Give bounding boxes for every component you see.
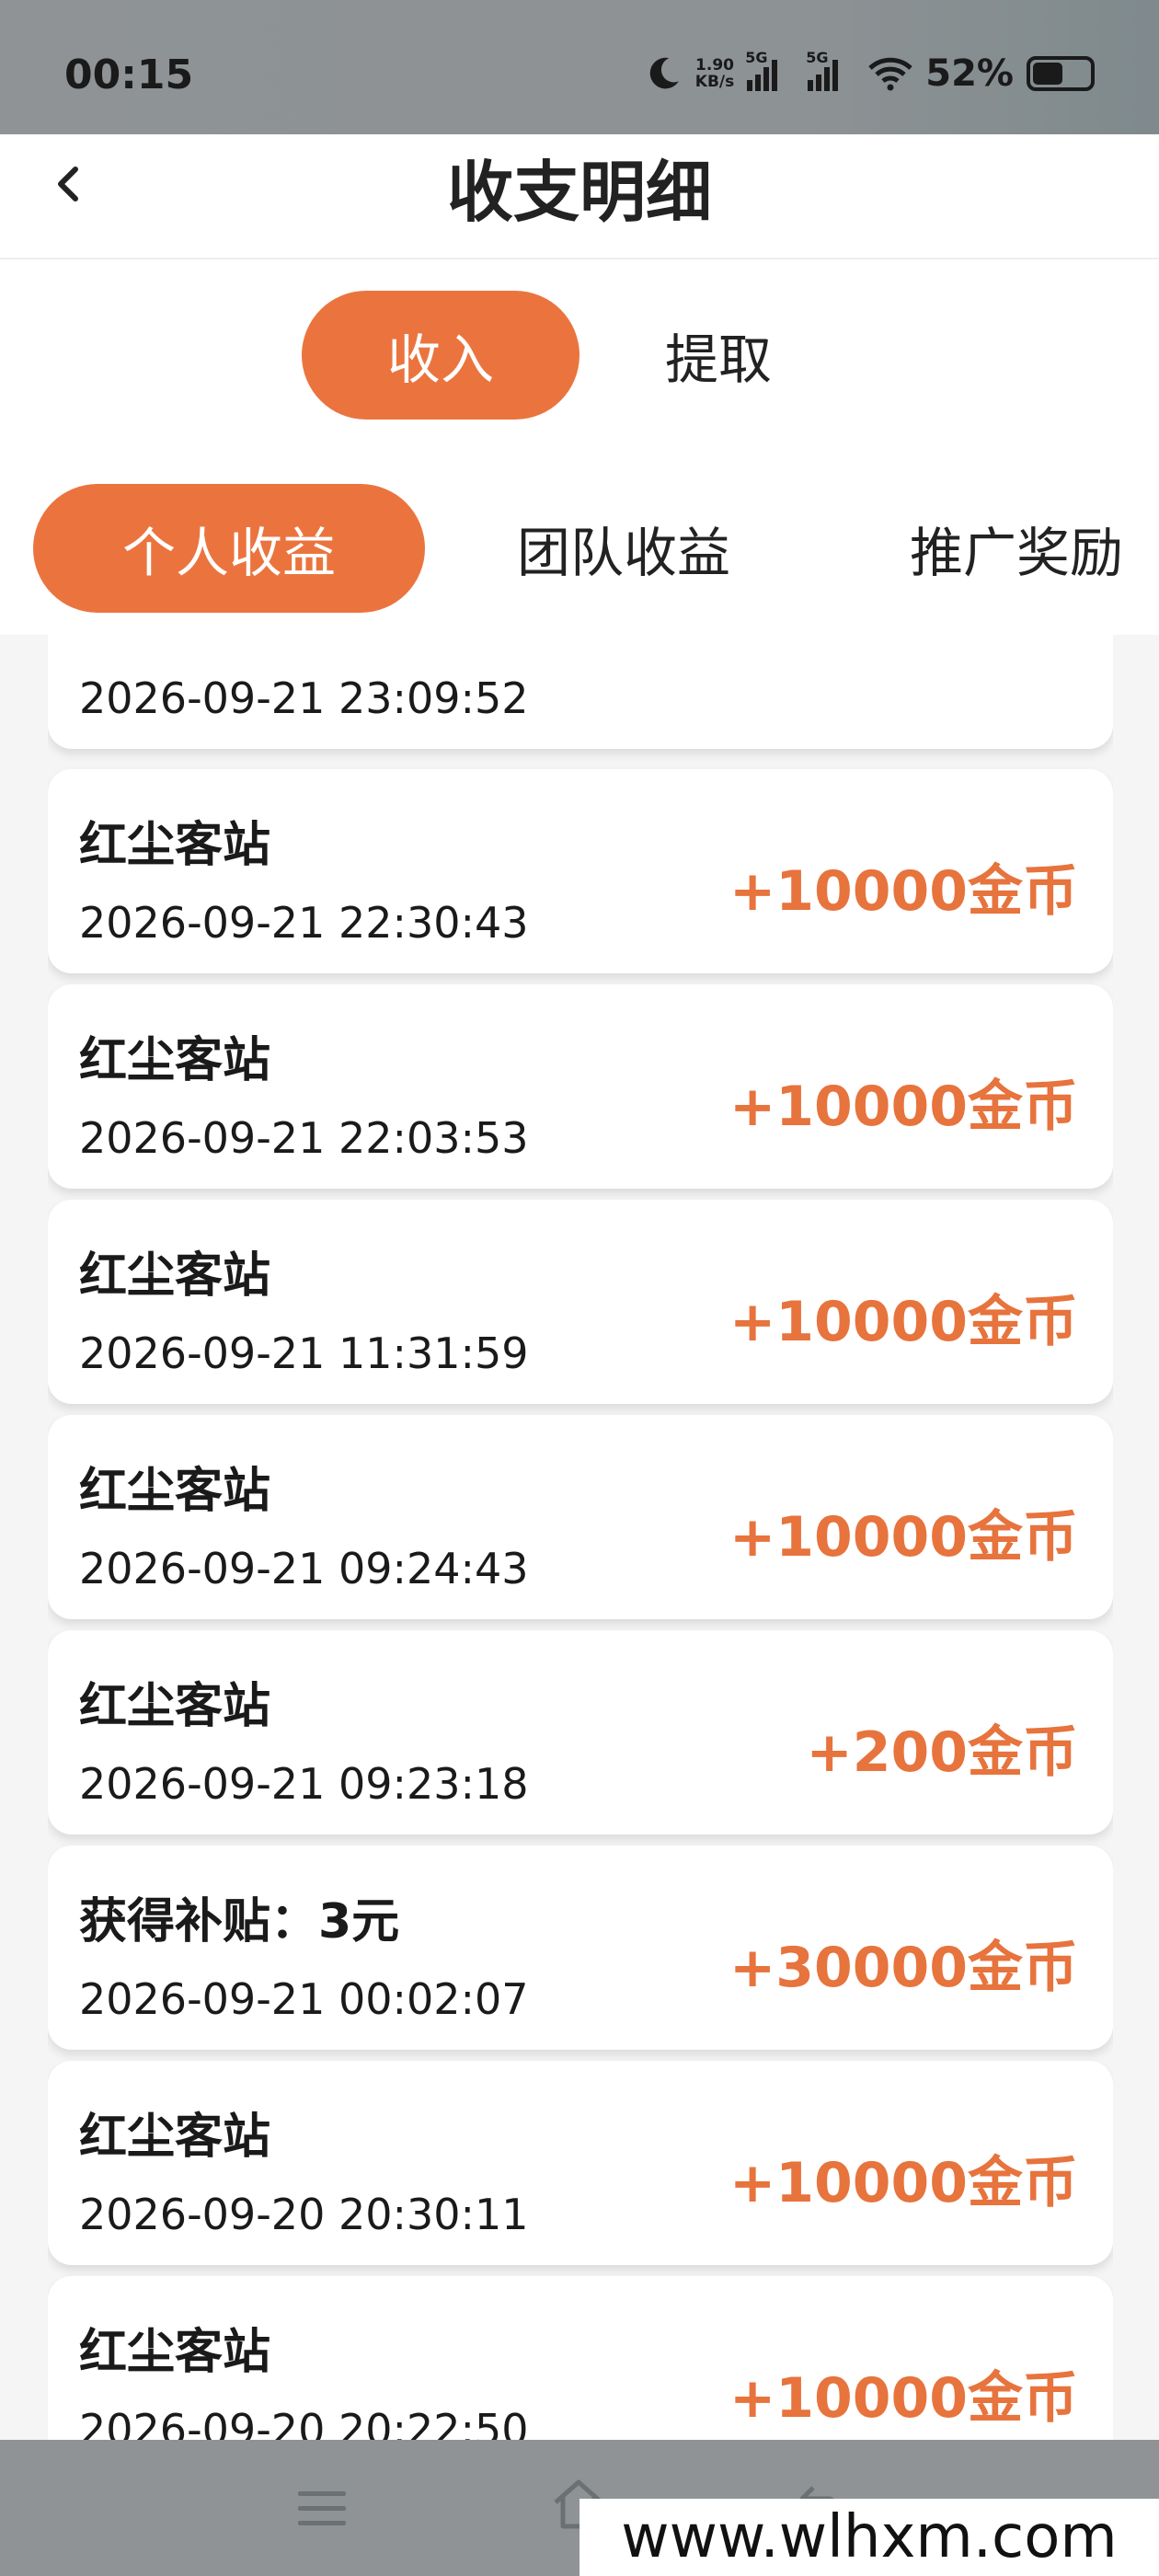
list-item[interactable]: 2026-09-21 23:09:52 [48, 635, 1113, 749]
status-time: 00:15 [64, 52, 194, 98]
watermark: www.wlhxm.com [580, 2499, 1159, 2576]
record-title: 红尘客站 [79, 1248, 271, 1304]
list-item[interactable]: 红尘客站 2026-09-21 09:24:43 +10000金币 [48, 1415, 1113, 1619]
record-amount: +10000金币 [729, 859, 1078, 924]
list-item[interactable]: 红尘客站 2026-09-21 22:30:43 +10000金币 [48, 769, 1113, 973]
page-title: 收支明细 [446, 154, 712, 231]
signal-icon: 5G [745, 49, 795, 91]
list-item[interactable]: 红尘客站 2026-09-21 11:31:59 +10000金币 [48, 1200, 1113, 1404]
record-time: 2026-09-21 09:24:43 [79, 1544, 529, 1593]
record-amount: +10000金币 [729, 2366, 1078, 2431]
record-title: 红尘客站 [79, 818, 271, 873]
moon-icon [649, 57, 679, 89]
wifi-icon [868, 57, 912, 91]
record-time: 2026-09-21 22:03:53 [79, 1113, 529, 1163]
tab-income[interactable]: 收入 [302, 291, 580, 420]
list-item[interactable]: 获得补贴：3元 2026-09-21 00:02:07 +30000金币 [48, 1846, 1113, 2050]
record-title: 红尘客站 [79, 1679, 271, 1734]
status-icons: 1.90 KB/s 5G 5G 52% [644, 48, 1095, 99]
record-time: 2026-09-20 20:30:11 [79, 2190, 529, 2239]
record-time: 2026-09-20 20:22:50 [79, 2405, 529, 2440]
record-time: 2026-09-21 22:30:43 [79, 898, 529, 948]
record-amount: +10000金币 [729, 1075, 1078, 1139]
page-header: 收支明细 [0, 134, 1159, 259]
record-amount: +10000金币 [729, 1505, 1078, 1570]
record-amount: +10000金币 [729, 2151, 1078, 2215]
list-item[interactable]: 红尘客站 2026-09-20 20:30:11 +10000金币 [48, 2061, 1113, 2265]
battery-percent: 52% [925, 52, 1014, 95]
menu-icon[interactable] [296, 2486, 348, 2532]
subtab-promotion-rewards[interactable]: 推广奖励 [828, 484, 1159, 613]
network-speed: 1.90 KB/s [695, 57, 734, 90]
record-amount: +200金币 [806, 1720, 1078, 1785]
record-title: 红尘客站 [79, 1464, 271, 1519]
record-time: 2026-09-21 11:31:59 [79, 1328, 529, 1378]
network-speed-value: 1.90 [695, 56, 734, 75]
status-bar: 00:15 1.90 KB/s 5G 5G 52% [0, 0, 1159, 134]
record-title: 红尘客站 [79, 2325, 271, 2380]
battery-icon [1027, 56, 1095, 91]
list-item[interactable]: 红尘客站 2026-09-20 20:22:50 +10000金币 [48, 2276, 1113, 2440]
subtab-team-earnings[interactable]: 团队收益 [436, 484, 811, 613]
record-time: 2026-09-21 00:02:07 [79, 1974, 529, 2024]
records-list[interactable]: 2026-09-21 23:09:52 红尘客站 2026-09-21 22:3… [48, 635, 1113, 2440]
list-item[interactable]: 红尘客站 2026-09-21 09:23:18 +200金币 [48, 1630, 1113, 1834]
record-time: 2026-09-21 09:23:18 [79, 1759, 529, 1809]
list-item[interactable]: 红尘客站 2026-09-21 22:03:53 +10000金币 [48, 984, 1113, 1189]
tab-withdraw[interactable]: 提取 [580, 291, 857, 420]
record-title: 红尘客站 [79, 2110, 271, 2165]
subtab-personal-earnings[interactable]: 个人收益 [33, 484, 425, 613]
record-amount: +30000金币 [729, 1936, 1078, 2000]
record-time: 2026-09-21 23:09:52 [79, 673, 529, 723]
signal-label-2: 5G [806, 49, 829, 66]
record-title: 红尘客站 [79, 1033, 271, 1088]
signal-icon-2: 5G [806, 49, 855, 91]
signal-label: 5G [745, 49, 768, 66]
network-speed-unit: KB/s [694, 73, 735, 91]
record-amount: +10000金币 [729, 1290, 1078, 1354]
record-title: 获得补贴：3元 [79, 1894, 400, 1949]
